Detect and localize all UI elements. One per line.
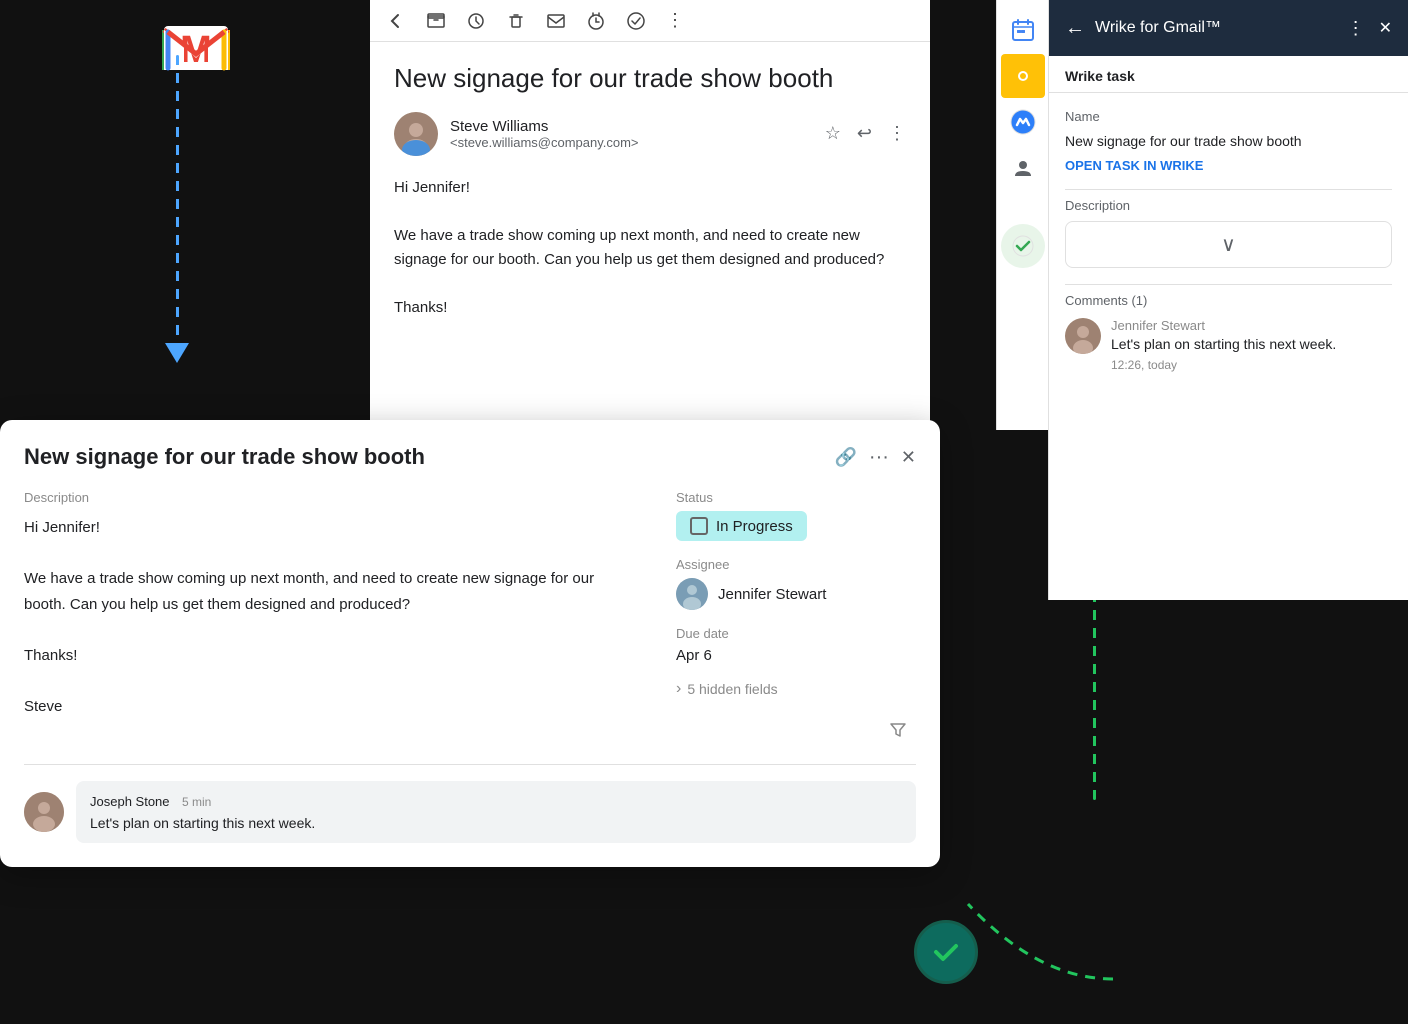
- email-content: New signage for our trade show booth Ste…: [370, 42, 930, 340]
- task-meta-col: Status In Progress Assignee Jennifer Ste…: [676, 490, 916, 719]
- sender-email: <steve.williams@company.com>: [450, 135, 813, 150]
- task-body-line3: Thanks!: [24, 643, 636, 669]
- comment-content: Jennifer Stewart Let's plan on starting …: [1111, 318, 1392, 373]
- task-body-text: Hi Jennifer! We have a trade show coming…: [24, 515, 636, 719]
- task-link-icon[interactable]: 🔗: [835, 447, 857, 468]
- assignee-row: Jennifer Stewart: [676, 578, 916, 610]
- task-footer: Joseph Stone 5 min Let's plan on startin…: [24, 764, 916, 843]
- open-task-link[interactable]: OPEN TASK IN WRIKE: [1065, 158, 1392, 173]
- status-label: Status: [676, 490, 916, 505]
- curved-green-line: [958, 894, 1118, 984]
- comment-bubble-header: Joseph Stone 5 min: [90, 793, 902, 811]
- reply-button[interactable]: ↩: [857, 123, 872, 144]
- task-modal: New signage for our trade show booth 🔗 ·…: [0, 420, 940, 867]
- wrike-description-section: Description ∨: [1065, 198, 1392, 268]
- hidden-fields-toggle[interactable]: › 5 hidden fields: [676, 680, 916, 698]
- status-badge-container[interactable]: In Progress: [676, 511, 916, 541]
- current-user-avatar: [24, 792, 64, 832]
- assignee-name: Jennifer Stewart: [718, 586, 826, 603]
- filter-icon-area: [24, 719, 916, 744]
- sender-avatar: [394, 112, 438, 156]
- wrike-comments-section: Comments (1) Jennifer Stewart Let's plan…: [1065, 293, 1392, 373]
- back-button[interactable]: [386, 11, 406, 31]
- expand-icon: ›: [676, 680, 681, 698]
- status-value: In Progress: [716, 518, 793, 535]
- hidden-fields-text: 5 hidden fields: [687, 681, 777, 697]
- comment-bubble-author: Joseph Stone: [90, 794, 170, 809]
- task-body-line4: Steve: [24, 694, 636, 720]
- archive-button[interactable]: [426, 11, 446, 31]
- comment-bubble-text: Let's plan on starting this next week.: [90, 815, 902, 831]
- wrike-comments-label: Comments (1): [1065, 293, 1392, 308]
- sender-row: Steve Williams <steve.williams@company.c…: [394, 112, 906, 156]
- task-add-button[interactable]: [626, 11, 646, 31]
- wrike-panel-body: Name New signage for our trade show boot…: [1049, 93, 1408, 388]
- task-modal-actions: 🔗 ··· ✕: [835, 446, 917, 469]
- description-dropdown[interactable]: ∨: [1065, 221, 1392, 268]
- wrike-description-label: Description: [1065, 198, 1392, 213]
- sender-name: Steve Williams: [450, 118, 813, 135]
- wrike-panel-title: Wrike for Gmail™: [1095, 19, 1337, 37]
- email-closing: Thanks!: [394, 296, 906, 320]
- status-icon: [690, 517, 708, 535]
- comment-bubble-time: 5 min: [182, 795, 211, 809]
- comment-bubble: Joseph Stone 5 min Let's plan on startin…: [76, 781, 916, 843]
- blue-arrow-down: [165, 55, 189, 363]
- wrike-header-icons: ⋮ ✕: [1347, 18, 1392, 39]
- assignee-label: Assignee: [676, 557, 916, 572]
- tasks-icon-button[interactable]: [1001, 54, 1045, 98]
- wrike-panel: ← Wrike for Gmail™ ⋮ ✕ Wrike task Name N…: [1048, 0, 1408, 600]
- wrike-name-label: Name: [1065, 109, 1392, 124]
- comment-author-avatar: [1065, 318, 1101, 354]
- wrike-icon-button[interactable]: [1001, 100, 1045, 144]
- wrike-task-section-title: Wrike task: [1049, 56, 1408, 93]
- task-description-col: Description Hi Jennifer! We have a trade…: [24, 490, 636, 719]
- filter-icon[interactable]: [888, 719, 908, 744]
- task-body-line1: Hi Jennifer!: [24, 515, 636, 541]
- due-date-label: Due date: [676, 626, 916, 641]
- email-subject: New signage for our trade show booth: [394, 62, 906, 96]
- divider-1: [1065, 189, 1392, 190]
- wrike-back-button[interactable]: ←: [1065, 17, 1085, 40]
- assignee-avatar: [676, 578, 708, 610]
- wrike-panel-header: ← Wrike for Gmail™ ⋮ ✕: [1049, 0, 1408, 56]
- email-greeting: Hi Jennifer!: [394, 176, 906, 200]
- task-body-line2: We have a trade show coming up next mont…: [24, 566, 636, 617]
- wrike-more-button[interactable]: ⋮: [1347, 18, 1365, 39]
- sender-info: Steve Williams <steve.williams@company.c…: [450, 118, 813, 150]
- calendar-icon-button[interactable]: [1001, 8, 1045, 52]
- delete-button[interactable]: [506, 11, 526, 31]
- description-col-label: Description: [24, 490, 636, 505]
- task-modal-body: Description Hi Jennifer! We have a trade…: [24, 490, 916, 719]
- star-button[interactable]: ☆: [825, 123, 841, 144]
- sender-actions: ☆ ↩ ⋮: [825, 123, 906, 144]
- forward-button[interactable]: [546, 11, 566, 31]
- email-body: Hi Jennifer! We have a trade show coming…: [394, 176, 906, 320]
- comment-item: Jennifer Stewart Let's plan on starting …: [1065, 318, 1392, 373]
- task-close-button[interactable]: ✕: [901, 447, 916, 468]
- schedule-button[interactable]: [586, 11, 606, 31]
- wrike-close-button[interactable]: ✕: [1379, 18, 1392, 38]
- comment-author-name: Jennifer Stewart: [1111, 318, 1392, 333]
- task-modal-title: New signage for our trade show booth: [24, 444, 835, 470]
- person-icon-button[interactable]: [1001, 146, 1045, 190]
- chevron-down-icon: ∨: [1221, 232, 1236, 257]
- wrike-side-icons: [996, 0, 1048, 430]
- task-modal-header: New signage for our trade show booth 🔗 ·…: [24, 444, 916, 470]
- comment-text: Let's plan on starting this next week.: [1111, 335, 1392, 355]
- more-options-button[interactable]: ⋮: [666, 10, 684, 31]
- gmail-toolbar: ⋮: [370, 0, 930, 42]
- more-button[interactable]: ⋮: [888, 123, 906, 144]
- task-more-button[interactable]: ···: [869, 446, 889, 469]
- due-date-value: Apr 6: [676, 647, 916, 664]
- snooze-button[interactable]: [466, 11, 486, 31]
- comment-time: 12:26, today: [1111, 358, 1392, 372]
- divider-2: [1065, 284, 1392, 285]
- gmail-panel: ⋮ New signage for our trade show booth S…: [370, 0, 930, 430]
- wrike-active-button[interactable]: [1001, 224, 1045, 268]
- email-main-text: We have a trade show coming up next mont…: [394, 224, 906, 272]
- wrike-task-name: New signage for our trade show booth: [1065, 132, 1392, 152]
- status-badge: In Progress: [676, 511, 807, 541]
